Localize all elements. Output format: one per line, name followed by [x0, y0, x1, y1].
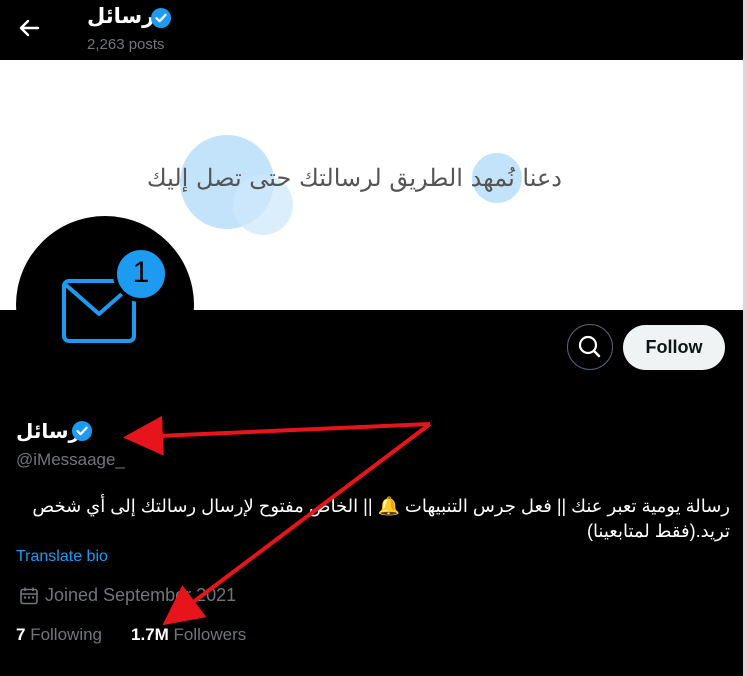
- header-title: رسائل: [87, 5, 155, 28]
- banner-text: دعنا نُمهد الطريق لرسالتك حتى تصل إليك: [146, 164, 562, 192]
- verified-icon[interactable]: [71, 420, 93, 442]
- follow-button[interactable]: Follow: [623, 325, 725, 370]
- verified-icon: [150, 7, 172, 29]
- avatar[interactable]: 1: [16, 216, 194, 394]
- arrow-to-name: [123, 415, 431, 456]
- scrollbar[interactable]: [743, 0, 747, 676]
- profile-handle: @iMessaage_: [16, 450, 125, 469]
- followers-link[interactable]: 1.7M Followers: [131, 625, 246, 645]
- top-bar: رسائل 2,263 posts: [0, 0, 747, 60]
- profile-bio: رسالة يومية تعبر عنك || فعل جرس التنبيها…: [32, 496, 730, 541]
- calendar-icon: [19, 586, 39, 606]
- following-label: Following: [25, 625, 103, 644]
- notification-badge: 1: [132, 256, 150, 289]
- followers-label: Followers: [168, 625, 247, 644]
- following-link[interactable]: 7 Following: [16, 625, 102, 645]
- translate-bio-link[interactable]: Translate bio: [16, 548, 108, 566]
- joined-date: Joined September 2021: [45, 585, 237, 605]
- back-arrow-icon[interactable]: [14, 12, 46, 44]
- search-button[interactable]: [567, 324, 613, 370]
- post-count: 2,263 posts: [87, 36, 165, 53]
- followers-count: 1.7M: [131, 625, 169, 644]
- search-icon: [578, 335, 601, 358]
